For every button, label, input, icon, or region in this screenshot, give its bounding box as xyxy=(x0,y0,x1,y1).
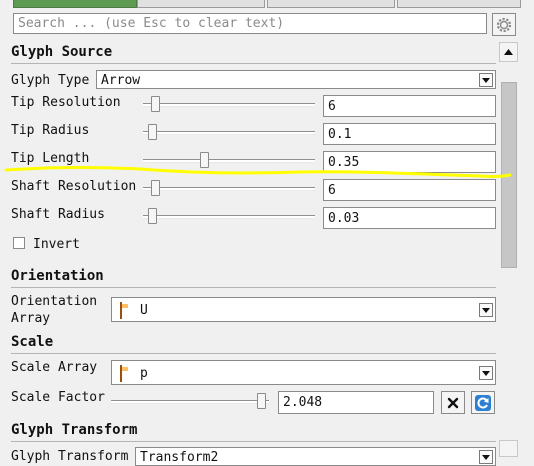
section-divider xyxy=(11,63,496,64)
toolbar-tab-4[interactable] xyxy=(397,0,521,8)
scale-factor-label: Scale Factor xyxy=(11,390,105,405)
vertical-scrollbar[interactable] xyxy=(499,42,519,457)
scale-array-label: Scale Array xyxy=(11,360,98,375)
glyph-type-dropdown[interactable]: Arrow xyxy=(96,70,496,89)
toolbar-tab-properties[interactable] xyxy=(13,0,137,8)
tip-resolution-slider-handle[interactable] xyxy=(151,96,161,112)
shaft-resolution-input[interactable]: 6 xyxy=(323,179,496,201)
clear-x-icon xyxy=(447,397,459,408)
tip-resolution-label: Tip Resolution xyxy=(11,95,121,110)
shaft-radius-label: Shaft Radius xyxy=(11,207,105,222)
scale-factor-slider-handle[interactable] xyxy=(257,393,267,409)
section-orientation: Orientation xyxy=(11,268,104,284)
section-divider xyxy=(11,441,496,442)
scale-array-value: p xyxy=(140,366,148,381)
scale-factor-input[interactable]: 2.048 xyxy=(278,391,434,414)
array-cube-icon xyxy=(120,302,122,319)
tip-resolution-input[interactable]: 6 xyxy=(323,95,496,117)
chevron-down-icon xyxy=(479,303,493,317)
glyph-type-label: Glyph Type xyxy=(11,73,90,88)
invert-label: Invert xyxy=(33,237,80,252)
scroll-up-button[interactable] xyxy=(499,42,518,62)
tip-radius-slider-track[interactable] xyxy=(143,131,315,135)
section-glyph-source: Glyph Source xyxy=(11,44,113,60)
chevron-down-icon xyxy=(479,73,493,87)
orientation-array-value: U xyxy=(140,303,148,318)
section-glyph-transform: Glyph Transform xyxy=(11,422,138,438)
section-scale: Scale xyxy=(11,334,54,350)
scale-array-dropdown[interactable]: p xyxy=(111,360,496,385)
refresh-scale-factor-button[interactable] xyxy=(471,391,495,414)
clear-scale-factor-button[interactable] xyxy=(441,391,465,414)
glyph-type-value: Arrow xyxy=(101,73,141,88)
array-cube-icon xyxy=(120,365,122,382)
tip-radius-label: Tip Radius xyxy=(11,123,90,138)
shaft-radius-input[interactable]: 0.03 xyxy=(323,207,496,229)
orientation-array-dropdown[interactable]: U xyxy=(111,297,496,322)
orientation-array-label-line2: Array xyxy=(11,311,51,326)
chevron-down-icon xyxy=(479,450,493,464)
shaft-resolution-label: Shaft Resolution xyxy=(11,179,137,194)
shaft-radius-slider-track[interactable] xyxy=(143,215,315,219)
toolbar-tab-3[interactable] xyxy=(267,0,395,8)
section-divider xyxy=(11,353,496,354)
orientation-array-label-line1: Orientation xyxy=(11,294,98,309)
chevron-down-icon xyxy=(479,366,493,380)
shaft-resolution-slider-track[interactable] xyxy=(143,187,315,191)
gear-icon xyxy=(496,17,512,32)
invert-checkbox[interactable] xyxy=(13,237,25,249)
scroll-up-icon xyxy=(504,49,513,55)
toolbar-tab-2[interactable] xyxy=(137,0,265,8)
refresh-icon xyxy=(475,394,491,411)
section-divider xyxy=(11,287,496,288)
tip-resolution-slider-track[interactable] xyxy=(143,103,315,107)
advanced-settings-button[interactable] xyxy=(492,13,516,36)
shaft-resolution-slider-handle[interactable] xyxy=(151,180,161,196)
scale-factor-slider-track[interactable] xyxy=(111,400,269,404)
tip-radius-input[interactable]: 0.1 xyxy=(323,123,496,145)
scroll-down-button[interactable] xyxy=(499,440,518,457)
tip-radius-slider-handle[interactable] xyxy=(147,124,157,140)
glyph-transform-value: Transform2 xyxy=(140,450,219,465)
shaft-radius-slider-handle[interactable] xyxy=(147,208,157,224)
search-input[interactable]: Search ... (use Esc to clear text) xyxy=(13,13,487,34)
